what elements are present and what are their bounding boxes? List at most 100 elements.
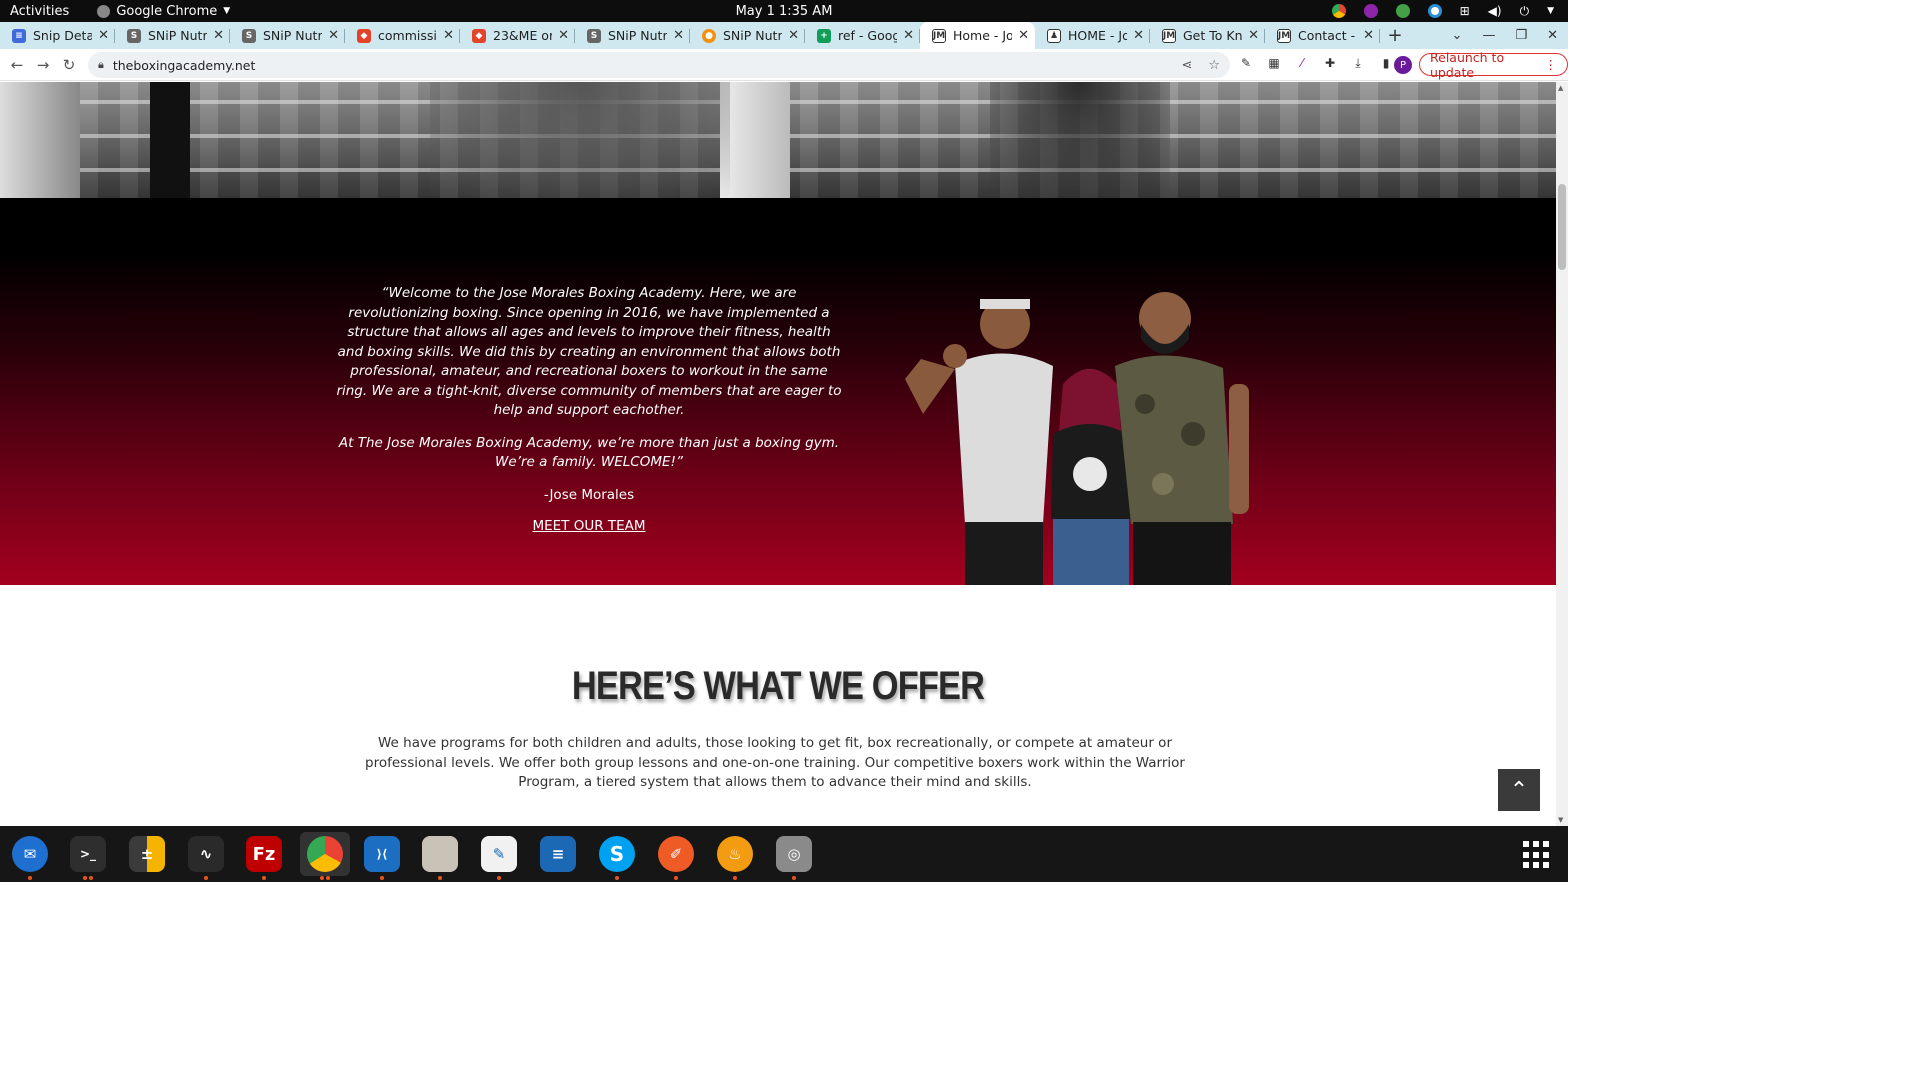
close-tab-icon[interactable]: ✕ — [1248, 28, 1259, 43]
close-tab-icon[interactable]: ✕ — [213, 28, 224, 43]
extension-tray-icon[interactable] — [1363, 4, 1378, 18]
tab-search-icon[interactable]: ⌄ — [1452, 28, 1463, 43]
clock[interactable]: May 1 1:35 AM — [736, 4, 833, 19]
profile-avatar[interactable]: P — [1394, 56, 1412, 74]
share-icon[interactable]: ⋖ — [1181, 58, 1192, 73]
close-tab-icon[interactable]: ✕ — [558, 28, 569, 43]
back-to-top-button[interactable]: ⌃ — [1498, 769, 1540, 811]
coach-left-figure — [905, 299, 1053, 585]
files-icon[interactable] — [418, 832, 462, 880]
volume-icon[interactable]: ◀) — [1488, 4, 1502, 18]
libreoffice-writer-icon[interactable]: ≡ — [536, 832, 580, 876]
maximize-icon[interactable]: ❐ — [1515, 28, 1527, 43]
lock-icon[interactable]: 🔒︎ — [98, 58, 104, 72]
page-scrollbar[interactable]: ▲ ▼ — [1556, 82, 1568, 826]
skype-icon[interactable]: S — [595, 832, 639, 880]
favicon-icon: S — [127, 28, 141, 43]
bookmark-star-icon[interactable]: ☆ — [1208, 58, 1220, 73]
dock: ✉ >_ ± ∿ Fz ⟩⟨ ✎ ≡ S ✐ ♨ ◎ — [0, 826, 1568, 882]
browser-tab[interactable]: ♟ HOME - Jo ✕ — [1035, 22, 1150, 49]
favicon-icon: ♟ — [1047, 28, 1061, 43]
scroll-down-arrow-icon[interactable]: ▼ — [1558, 816, 1563, 824]
browser-tab[interactable]: ◆23&ME ord✕ — [460, 22, 575, 49]
flame-app-icon[interactable]: ♨ — [713, 832, 757, 880]
text-editor-icon[interactable]: ✎ — [477, 832, 521, 880]
browser-tab[interactable]: JM Contact - J ✕ — [1265, 22, 1380, 49]
browser-tab[interactable]: +ref - Google✕ — [805, 22, 920, 49]
quote-paragraph: “Welcome to the Jose Morales Boxing Acad… — [336, 285, 842, 418]
browser-tab[interactable]: ◆commissio✕ — [345, 22, 460, 49]
close-tab-icon[interactable]: ✕ — [903, 28, 914, 43]
back-icon[interactable]: ← — [4, 56, 30, 74]
address-bar[interactable]: 🔒︎ theboxingacademy.net ⋖ ☆ — [88, 52, 1230, 78]
calendar-extension-icon[interactable]: ▦ — [1266, 55, 1282, 71]
close-tab-icon[interactable]: ✕ — [673, 28, 684, 43]
pen-extension-icon[interactable]: ⁄ — [1294, 55, 1310, 71]
system-tray[interactable]: ⊞ ◀) ⏻ ▼ — [1331, 4, 1554, 19]
tab-strip: ≡Snip Detail✕ SSNiP Nutric✕ SSNiP Nutric… — [0, 22, 1568, 49]
favicon-icon: JM — [932, 28, 946, 43]
browser-tab[interactable]: SSNiP Nutric✕ — [575, 22, 690, 49]
browser-tab[interactable]: ● SNiP Nutri ✕ — [690, 22, 805, 49]
download-icon[interactable]: ⤓ — [1350, 55, 1366, 71]
show-applications-icon[interactable] — [1523, 841, 1551, 869]
chrome-tray-icon[interactable] — [1331, 4, 1346, 18]
system-top-bar: Activities Google Chrome ▼ May 1 1:35 AM… — [0, 0, 1568, 22]
page-viewport[interactable]: “Welcome to the Jose Morales Boxing Acad… — [0, 82, 1556, 826]
system-monitor-icon[interactable]: ∿ — [184, 832, 228, 880]
minimize-icon[interactable]: — — [1482, 28, 1495, 43]
coach-right-figure — [1115, 292, 1249, 585]
gitlab-icon: ◆ — [472, 28, 486, 43]
new-tab-button[interactable]: + — [1380, 22, 1410, 49]
forward-icon[interactable]: → — [30, 56, 56, 74]
caret-down-icon: ▼ — [223, 6, 231, 16]
relaunch-button[interactable]: Relaunch to update ⋮ — [1419, 50, 1568, 80]
power-icon[interactable]: ⏻ — [1520, 4, 1530, 19]
scroll-up-arrow-icon[interactable]: ▲ — [1558, 84, 1563, 92]
close-tab-icon[interactable]: ✕ — [1133, 28, 1144, 43]
calculator-icon[interactable]: ± — [125, 832, 169, 876]
blue-tray-icon[interactable] — [1427, 4, 1442, 18]
chevron-up-icon: ⌃ — [1509, 777, 1529, 803]
caret-down-icon[interactable]: ▼ — [1547, 6, 1554, 16]
browser-tab[interactable]: JMGet To Kno✕ — [1150, 22, 1265, 49]
green-tray-icon[interactable] — [1395, 4, 1410, 18]
welcome-quote: “Welcome to the Jose Morales Boxing Acad… — [334, 284, 844, 534]
chrome-dock-icon[interactable] — [300, 832, 350, 880]
vscode-icon[interactable]: ⟩⟨ — [360, 832, 404, 880]
scrollbar-thumb[interactable] — [1558, 184, 1566, 270]
thunderbird-icon[interactable]: ✉ — [8, 832, 52, 880]
browser-tab-active[interactable]: JMHome - Jos✕ — [920, 22, 1035, 49]
offer-heading: HERE’S WHAT WE OFFER — [571, 664, 985, 708]
disk-utility-icon[interactable]: ◎ — [772, 832, 816, 880]
filezilla-icon[interactable]: Fz — [242, 832, 286, 880]
close-tab-icon[interactable]: ✕ — [98, 28, 109, 43]
close-tab-icon[interactable]: ✕ — [1018, 28, 1029, 43]
browser-tab[interactable]: ≡Snip Detail✕ — [0, 22, 115, 49]
close-tab-icon[interactable]: ✕ — [788, 28, 799, 43]
reload-icon[interactable]: ↻ — [56, 56, 82, 74]
close-tab-icon[interactable]: ✕ — [1363, 28, 1374, 43]
eyedropper-icon[interactable]: ✎ — [1238, 55, 1254, 71]
browser-tab[interactable]: SSNiP Nutric✕ — [115, 22, 230, 49]
gitlab-icon: ◆ — [357, 28, 371, 43]
puzzle-icon[interactable]: ✚ — [1322, 55, 1338, 71]
side-panel-icon[interactable]: ▮ — [1378, 55, 1394, 71]
activities-button[interactable]: Activities — [10, 4, 69, 19]
close-tab-icon[interactable]: ✕ — [328, 28, 339, 43]
offer-description: We have programs for both children and a… — [365, 735, 1185, 790]
url-text[interactable]: theboxingacademy.net — [113, 58, 256, 73]
favicon-icon: S — [242, 28, 256, 43]
app-menu-label: Google Chrome — [116, 3, 218, 19]
quote-paragraph: At The Jose Morales Boxing Academy, we’r… — [338, 434, 840, 471]
meet-our-team-link[interactable]: MEET OUR TEAM — [532, 518, 645, 534]
app-menu[interactable]: Google Chrome ▼ — [97, 4, 230, 19]
browser-tab[interactable]: SSNiP Nutric✕ — [230, 22, 345, 49]
terminal-icon[interactable]: >_ — [66, 832, 110, 880]
welcome-section: “Welcome to the Jose Morales Boxing Acad… — [0, 198, 1556, 585]
network-icon[interactable]: ⊞ — [1460, 4, 1470, 18]
close-window-icon[interactable]: ✕ — [1547, 28, 1558, 43]
kebab-menu-icon[interactable]: ⋮ — [1545, 57, 1558, 72]
close-tab-icon[interactable]: ✕ — [443, 28, 454, 43]
postman-icon[interactable]: ✐ — [654, 832, 698, 880]
